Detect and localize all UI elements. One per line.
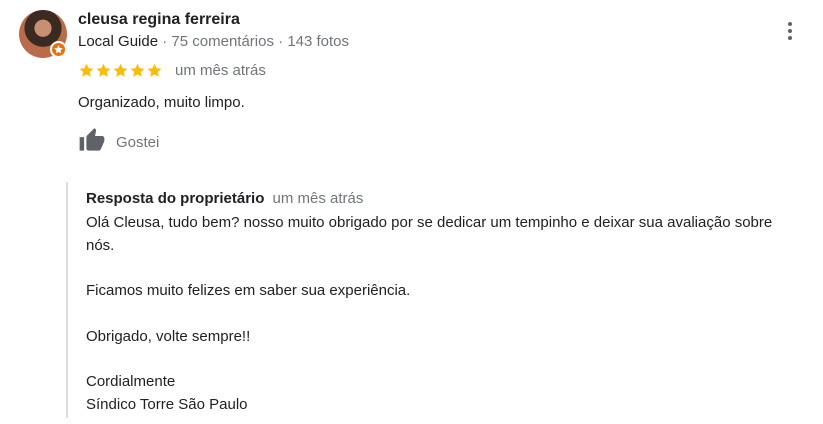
review-date: um mês atrás <box>175 62 266 79</box>
reply-line: Síndico Torre São Paulo <box>86 395 248 413</box>
star-rating <box>78 62 163 80</box>
reply-line: nós. <box>86 236 115 254</box>
local-guide-label: Local Guide <box>78 33 159 50</box>
owner-reply-header: Resposta do proprietário um mês atrás <box>86 190 363 207</box>
photo-count: 143 fotos <box>287 33 350 50</box>
review-count: 75 comentários <box>171 33 274 50</box>
reply-blank-line <box>86 257 823 280</box>
meta-separator: · <box>278 33 284 50</box>
reply-line: Olá Cleusa, tudo bem? nosso muito obriga… <box>86 214 773 231</box>
thumb-up-icon <box>79 128 105 151</box>
owner-reply-title: Resposta do proprietário <box>86 190 265 207</box>
reply-line: Ficamos muito felizes em saber sua exper… <box>86 282 411 299</box>
meta-separator: · <box>162 33 168 50</box>
star-icon <box>147 63 162 77</box>
like-label: Gostei <box>116 134 160 151</box>
reply-blank-line <box>86 303 823 326</box>
star-icon <box>130 63 145 77</box>
review-text: Organizado, muito limpo. <box>78 94 245 111</box>
star-icon <box>113 63 128 77</box>
reply-blank-line <box>86 348 823 371</box>
owner-reply-date: um mês atrás <box>272 190 364 207</box>
more-options-button[interactable] <box>780 20 800 42</box>
local-guide-badge-icon <box>50 41 67 58</box>
owner-reply: Resposta do proprietário um mês atrás Ol… <box>66 182 823 418</box>
reviewer-name[interactable]: cleusa regina ferreira <box>78 11 240 29</box>
more-vert-icon <box>788 22 792 40</box>
reviewer-meta: Local Guide · 75 comentários · 143 fotos <box>78 33 349 50</box>
reply-line: Cordialmente <box>86 373 176 390</box>
star-icon <box>79 63 94 77</box>
star-icon <box>96 63 111 77</box>
reviewer-avatar[interactable] <box>19 10 67 58</box>
reply-line: Obrigado, volte sempre!! <box>86 327 251 345</box>
owner-reply-body: Olá Cleusa, tudo bem? nosso muito obriga… <box>86 212 823 416</box>
